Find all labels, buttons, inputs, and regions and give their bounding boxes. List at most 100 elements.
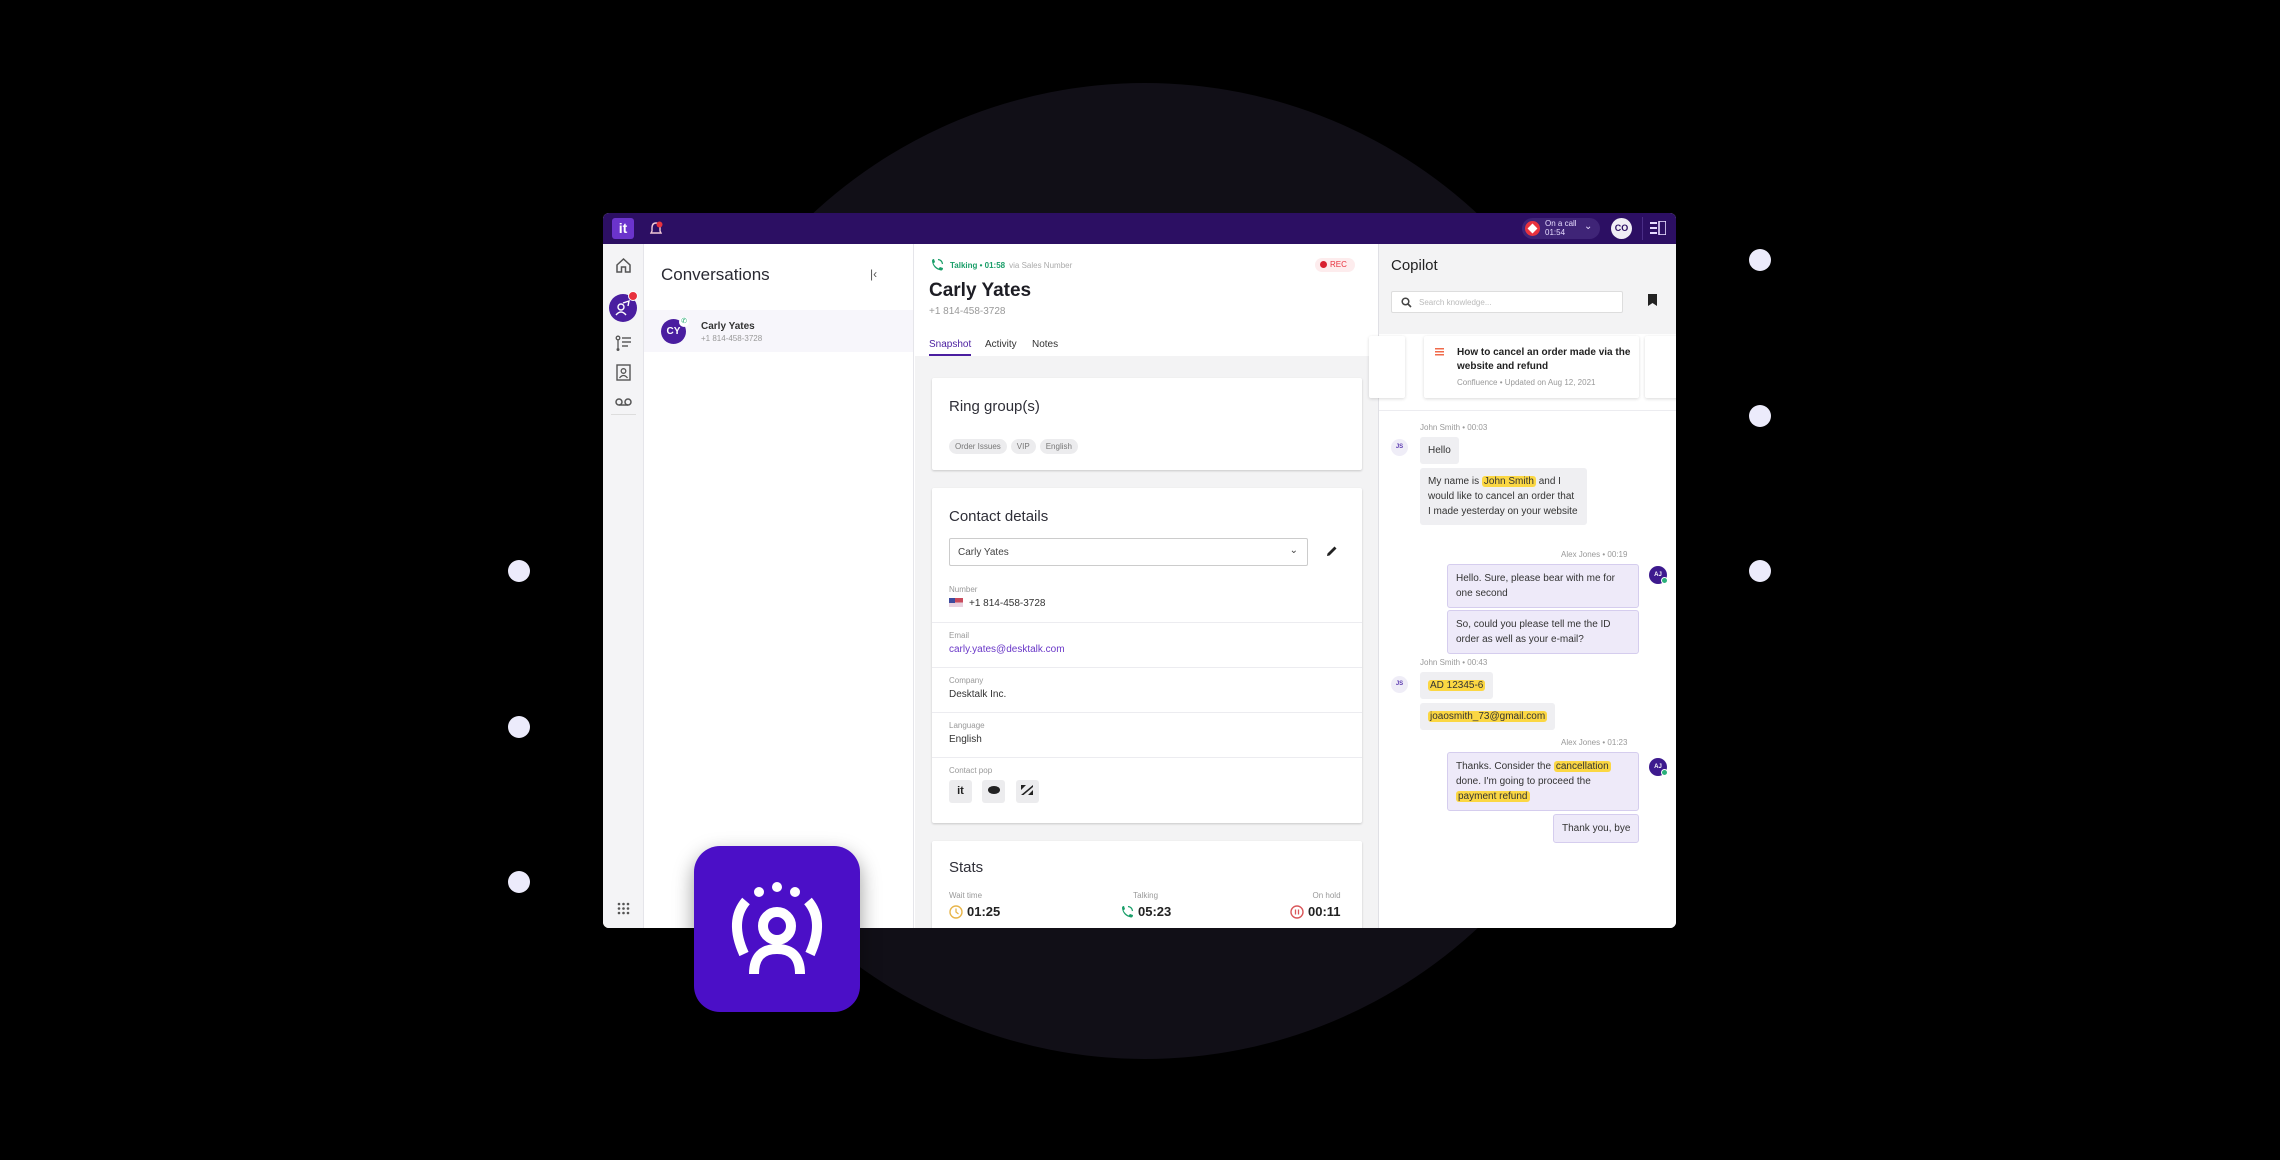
- conversations-panel: Conversations |‹ CY ✆ Carly Yates +1 814…: [644, 244, 914, 928]
- stage: it On a call 01:54 ⌄ CO Conversations |‹…: [0, 0, 2280, 1160]
- divider: [1379, 410, 1676, 411]
- ring-group-chip: Order Issues: [949, 439, 1007, 454]
- desktalk-app-icon[interactable]: it: [949, 780, 972, 803]
- conversation-contact-phone: +1 814-458-3728: [701, 334, 763, 343]
- apps-grid-icon[interactable]: [614, 899, 633, 918]
- message-meta: John Smith • 00:43: [1420, 658, 1488, 667]
- conversation-contact-name: Carly Yates: [701, 321, 755, 332]
- app-window: it On a call 01:54 ⌄ CO Conversations |‹…: [603, 213, 1676, 928]
- contact-select[interactable]: Carly Yates ⌄: [949, 538, 1308, 566]
- field-value: English: [949, 734, 982, 745]
- tab-notes[interactable]: Notes: [1032, 339, 1058, 350]
- copilot-title: Copilot: [1391, 257, 1438, 274]
- top-bar: it On a call 01:54 ⌄ CO: [603, 213, 1676, 244]
- agent-logo-icon: [732, 882, 822, 975]
- stat-label: Wait time: [949, 891, 983, 900]
- stat-value: 01:25: [949, 904, 1000, 919]
- agent-avatar: AJ: [1649, 566, 1668, 584]
- ring-group-chip: VIP: [1010, 439, 1036, 454]
- contacts-icon[interactable]: [614, 363, 633, 382]
- copilot-header: Copilot Search knowledge...: [1379, 244, 1676, 334]
- tab-snapshot[interactable]: Snapshot: [929, 339, 972, 356]
- message-bubble: joaosmith_73@gmail.com: [1420, 703, 1556, 730]
- app-logo[interactable]: it: [612, 218, 634, 239]
- us-flag-icon: [949, 598, 963, 607]
- collapse-panel-icon[interactable]: |‹: [870, 267, 877, 281]
- bookmark-icon[interactable]: [1648, 294, 1657, 306]
- nav-rail: [603, 244, 644, 928]
- ring-group-chip: English: [1039, 439, 1078, 454]
- kb-article-title: How to cancel an order made via the webs…: [1457, 347, 1631, 372]
- highlighted-entity[interactable]: John Smith: [1481, 476, 1536, 487]
- contact-pop-apps: it: [949, 780, 1045, 803]
- document-icon: [1435, 348, 1444, 357]
- phone-talking-icon: [932, 258, 944, 271]
- kb-article-meta: Confluence • Updated on Aug 12, 2021: [1457, 378, 1596, 387]
- on-call-label: On a call: [1545, 219, 1577, 228]
- message-bubble: Thanks. Consider the cancellation done. …: [1447, 752, 1639, 811]
- conversation-list-item[interactable]: CY ✆ Carly Yates +1 814-458-3728: [644, 310, 913, 352]
- contact-details-title: Contact details: [949, 508, 1049, 525]
- stat-talking: Talking 05:23: [1120, 891, 1171, 919]
- on-hold-value: 00:11: [1308, 904, 1341, 919]
- notification-bell-icon[interactable]: [647, 220, 665, 238]
- salesforce-cloud-icon[interactable]: [982, 780, 1006, 803]
- call-detail-panel: Talking • 01:58 via Sales Number REC Carl…: [915, 244, 1379, 928]
- message-bubble: My name is John Smith and I would like t…: [1420, 468, 1587, 525]
- highlighted-entity[interactable]: payment refund: [1456, 791, 1530, 802]
- field-number: Number +1 814-458-3728: [932, 577, 1362, 622]
- on-call-status-button[interactable]: On a call 01:54 ⌄: [1522, 218, 1600, 239]
- call-status: Talking • 01:58 via Sales Number: [950, 261, 1072, 270]
- home-icon[interactable]: [614, 256, 633, 275]
- field-email: Email carly.yates@desktalk.com: [932, 622, 1362, 667]
- field-label: Language: [949, 721, 985, 730]
- zendesk-icon[interactable]: [1015, 780, 1039, 803]
- kb-card-next[interactable]: [1645, 336, 1676, 398]
- highlighted-entity[interactable]: cancellation: [1553, 761, 1611, 772]
- copilot-panel: Copilot Search knowledge... How to cance…: [1369, 244, 1676, 928]
- user-avatar[interactable]: CO: [1611, 218, 1632, 239]
- stat-label: On hold: [1312, 891, 1341, 900]
- edit-pencil-icon[interactable]: [1325, 544, 1339, 558]
- email-link[interactable]: carly.yates@desktalk.com: [949, 644, 1065, 655]
- recording-badge[interactable]: REC: [1315, 258, 1355, 272]
- message-meta: Alex Jones • 00:19: [1561, 550, 1628, 559]
- field-language: Language English: [932, 712, 1362, 757]
- highlighted-entity[interactable]: joaosmith_73@gmail.com: [1428, 711, 1548, 722]
- message-bubble: Hello: [1420, 437, 1459, 464]
- voicemail-icon[interactable]: [614, 392, 633, 411]
- app-tile-logo: [694, 846, 860, 1012]
- highlighted-entity[interactable]: AD 12345-6: [1428, 680, 1486, 691]
- field-company: Company Desktalk Inc.: [932, 667, 1362, 712]
- kb-card-previous[interactable]: [1369, 336, 1405, 398]
- call-header: Talking • 01:58 via Sales Number REC Carl…: [915, 244, 1378, 356]
- number-value: +1 814-458-3728: [969, 598, 1046, 609]
- contact-select-value: Carly Yates: [958, 547, 1009, 558]
- queue-list-icon[interactable]: [614, 334, 633, 353]
- ring-groups-card: Ring group(s) Order Issues VIP English: [932, 378, 1362, 470]
- contact-details-card: Contact details Carly Yates ⌄ Number +1 …: [932, 488, 1362, 823]
- field-value: Desktalk Inc.: [949, 689, 1007, 700]
- knowledge-search-input[interactable]: Search knowledge...: [1391, 291, 1623, 313]
- stat-wait-time: Wait time 01:25: [949, 891, 1000, 919]
- contact-phone: +1 814-458-3728: [929, 306, 1006, 317]
- field-contact-pop: Contact pop it: [932, 757, 1362, 823]
- tab-activity[interactable]: Activity: [985, 339, 1017, 350]
- kb-article-card[interactable]: How to cancel an order made via the webs…: [1424, 336, 1639, 398]
- stat-label: Talking: [1133, 891, 1159, 900]
- contact-name: Carly Yates: [929, 280, 1032, 301]
- field-value: +1 814-458-3728: [949, 598, 1045, 609]
- ring-group-chips: Order Issues VIP English: [949, 436, 1082, 454]
- message-bubble: AD 12345-6: [1420, 672, 1494, 699]
- wait-time-value: 01:25: [967, 904, 1001, 919]
- decorative-dot: [1749, 405, 1771, 427]
- stats-title: Stats: [949, 859, 984, 876]
- panel-toggle-icon[interactable]: [1650, 221, 1666, 235]
- field-label: Number: [949, 585, 978, 594]
- chevron-down-icon: ⌄: [1289, 545, 1298, 556]
- divider: [1642, 217, 1643, 240]
- active-call-icon: ✆: [679, 317, 689, 327]
- stat-value: 05:23: [1120, 904, 1171, 919]
- call-status-text: Talking • 01:58: [950, 261, 1006, 270]
- message-bubble: Hello. Sure, please bear with me for one…: [1447, 564, 1639, 608]
